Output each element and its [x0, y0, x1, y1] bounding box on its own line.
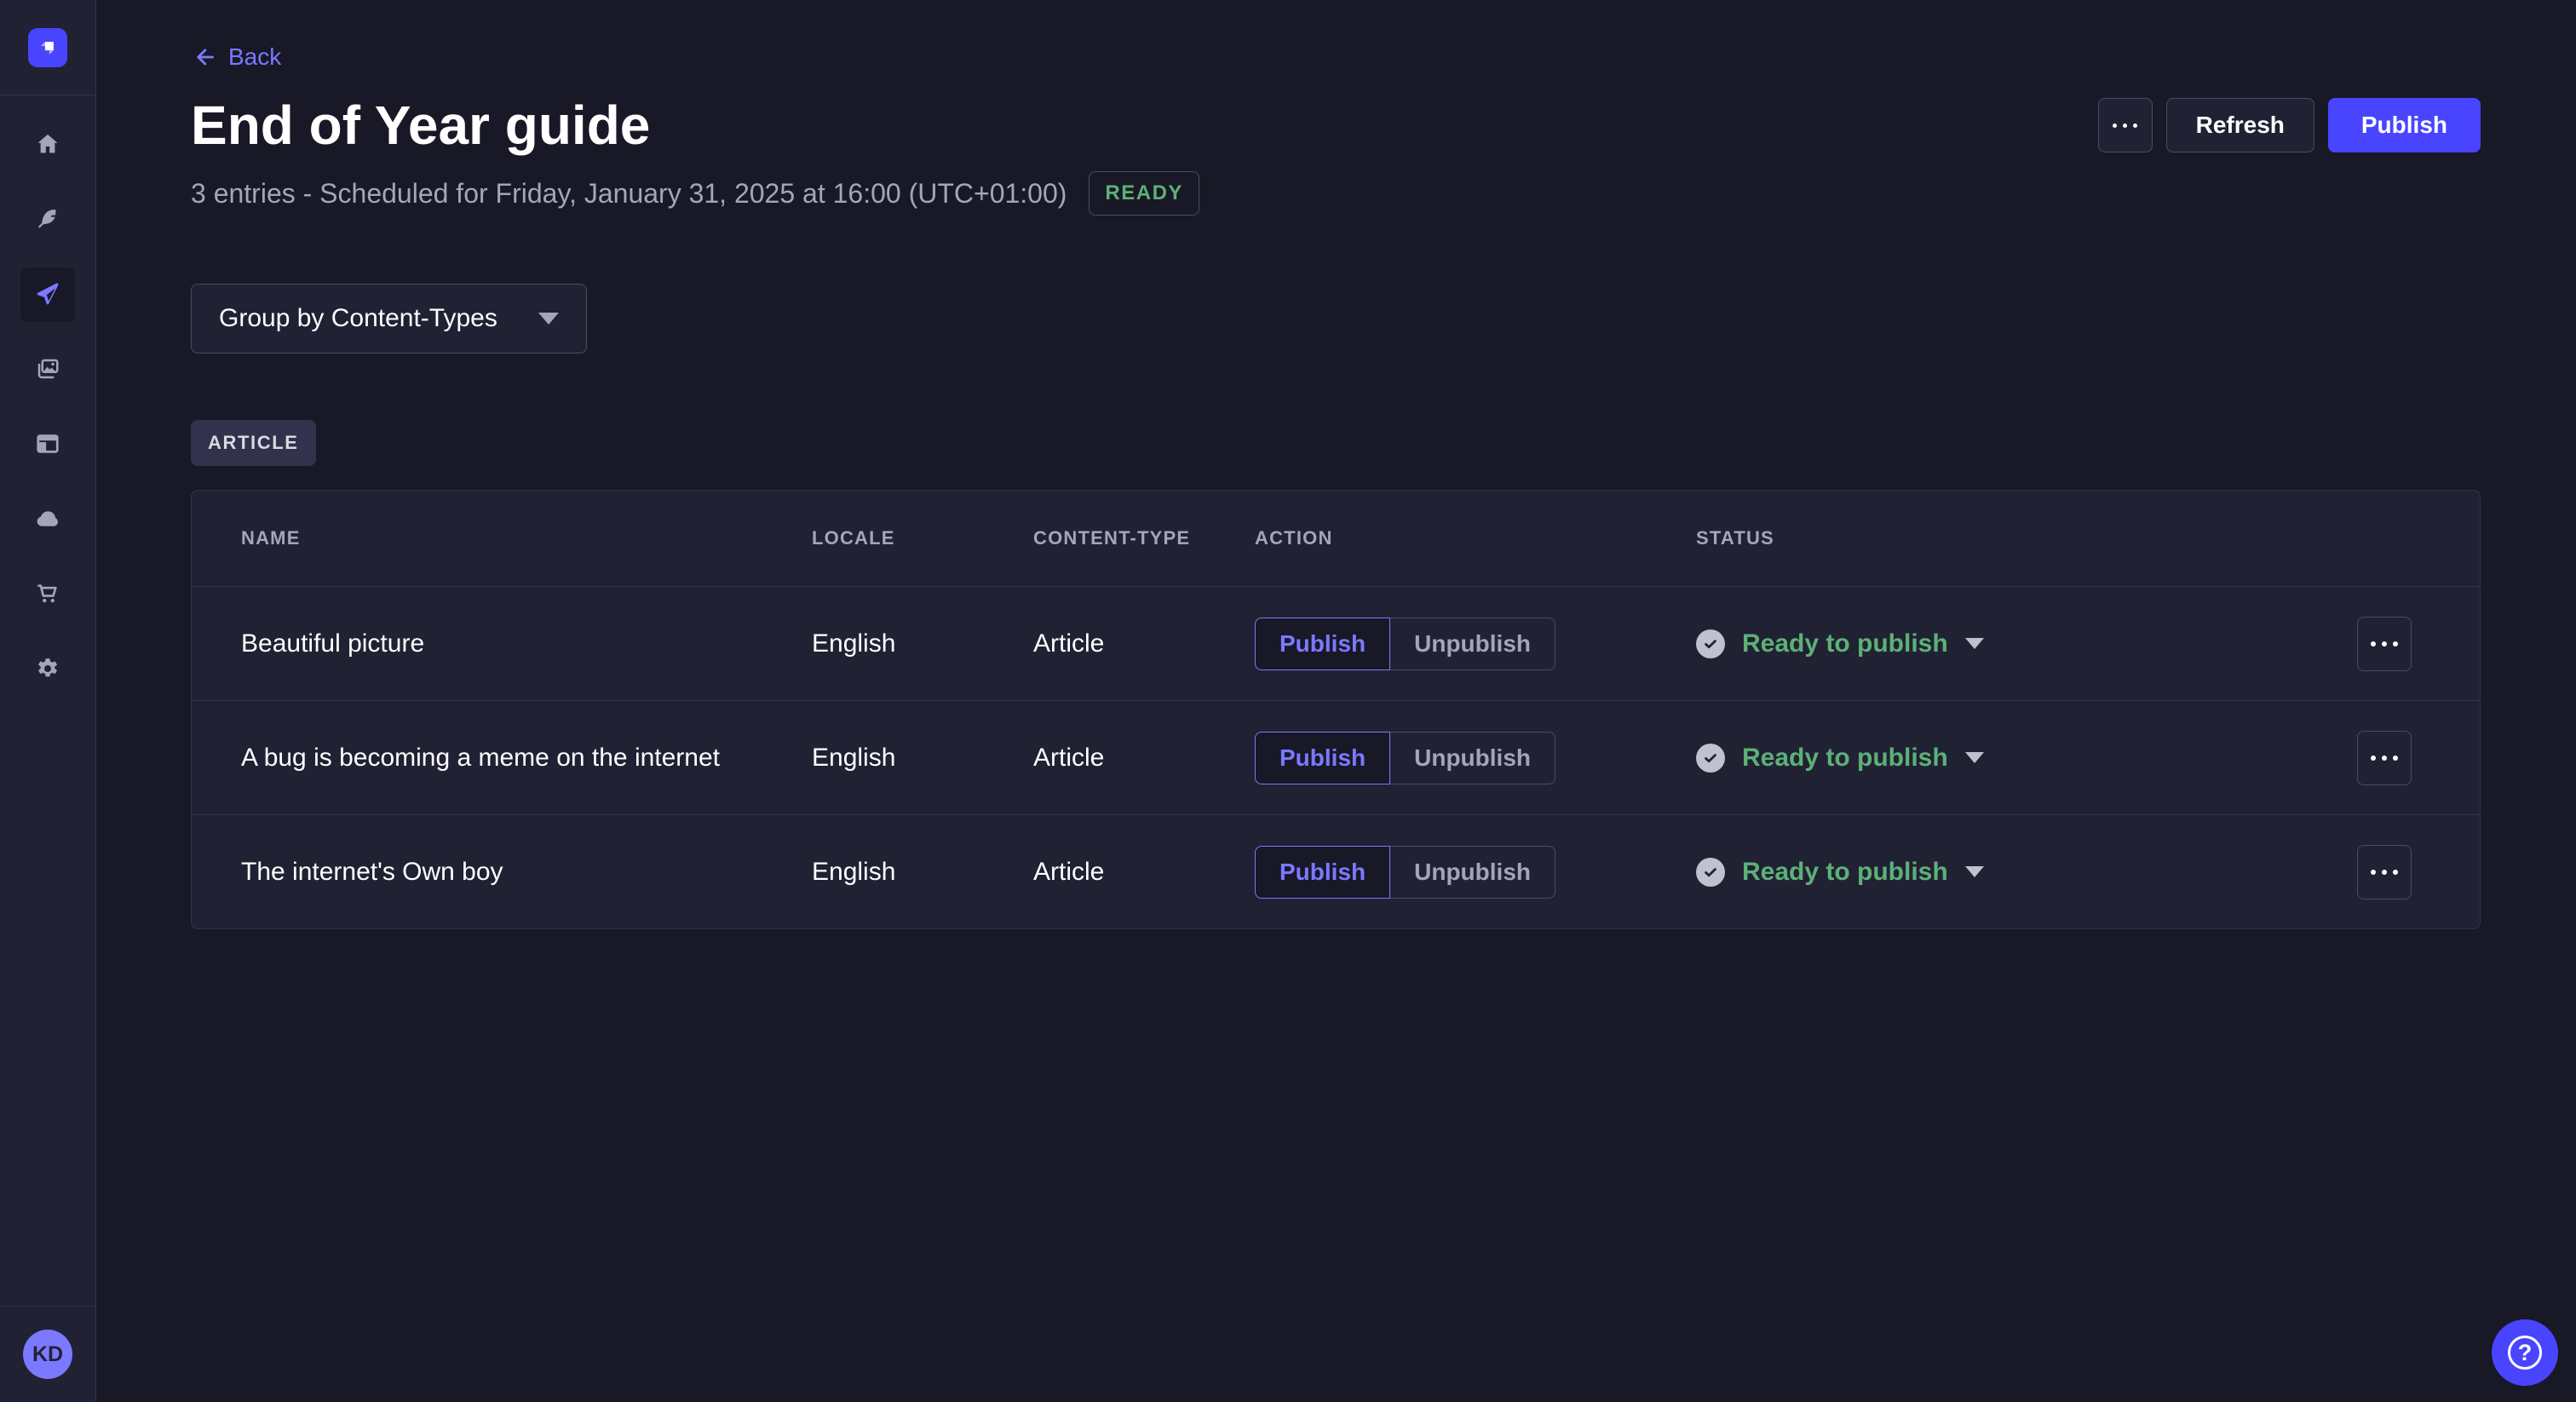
title-row: End of Year guide Refresh Publish [191, 93, 2481, 158]
content-type-group: ARTICLE NAME LOCALE CONTENT-TYPE ACTION … [191, 420, 2481, 929]
entry-name: The internet's Own boy [241, 858, 812, 887]
sidebar-item-home[interactable] [20, 118, 75, 172]
ellipsis-icon [2113, 124, 2117, 128]
entry-locale: English [812, 858, 1033, 887]
action-toggle: Publish Unpublish [1255, 846, 1696, 899]
table-header-row: NAME LOCALE CONTENT-TYPE ACTION STATUS [192, 491, 2480, 586]
check-icon [1696, 858, 1725, 887]
column-header-locale: LOCALE [812, 527, 1033, 549]
action-toggle: Publish Unpublish [1255, 618, 1696, 670]
row-more-button[interactable] [2357, 617, 2412, 671]
ready-status-badge: READY [1089, 171, 1199, 215]
status-label: Ready to publish [1742, 629, 1948, 658]
sidebar-item-releases[interactable] [20, 267, 75, 322]
home-icon [35, 131, 60, 159]
row-unpublish-button[interactable]: Unpublish [1390, 846, 1555, 899]
sidebar-nav [0, 95, 95, 697]
back-arrow-icon [191, 44, 216, 70]
cart-icon [35, 581, 60, 609]
images-icon [35, 356, 60, 384]
entry-content-type: Article [1033, 858, 1255, 887]
feather-icon [35, 206, 60, 234]
entry-content-type: Article [1033, 629, 1255, 658]
publish-button[interactable]: Publish [2328, 98, 2481, 152]
row-publish-button[interactable]: Publish [1255, 618, 1390, 670]
header-actions: Refresh Publish [2098, 98, 2481, 152]
entry-locale: English [812, 629, 1033, 658]
chevron-down-icon [1965, 866, 1984, 877]
row-unpublish-button[interactable]: Unpublish [1390, 732, 1555, 784]
entry-locale: English [812, 744, 1033, 773]
row-unpublish-button[interactable]: Unpublish [1390, 618, 1555, 670]
main-content: Back End of Year guide Refresh Publish 3… [96, 0, 2576, 1402]
action-toggle: Publish Unpublish [1255, 732, 1696, 784]
sidebar-item-cloud[interactable] [20, 492, 75, 547]
layout-icon [35, 431, 60, 459]
ellipsis-icon [2371, 641, 2376, 646]
sidebar-item-marketplace[interactable] [20, 567, 75, 622]
entry-name: Beautiful picture [241, 629, 812, 658]
sidebar-item-settings[interactable] [20, 642, 75, 697]
sidebar: KD [0, 0, 96, 1402]
refresh-button[interactable]: Refresh [2166, 98, 2314, 152]
group-by-label: Group by Content-Types [219, 304, 497, 333]
row-more-button[interactable] [2357, 845, 2412, 899]
column-header-action: ACTION [1255, 527, 1696, 549]
table-row: A bug is becoming a meme on the internet… [192, 700, 2480, 814]
content-type-badge: ARTICLE [191, 420, 316, 466]
sidebar-item-content-manager[interactable] [20, 192, 75, 247]
release-subtitle: 3 entries - Scheduled for Friday, Januar… [191, 178, 1067, 210]
column-header-status: STATUS [1696, 527, 2357, 549]
status-label: Ready to publish [1742, 858, 1948, 887]
entry-name: A bug is becoming a meme on the internet [241, 744, 812, 773]
column-header-content-type: CONTENT-TYPE [1033, 527, 1255, 549]
status-dropdown[interactable]: Ready to publish [1696, 858, 2357, 887]
status-dropdown[interactable]: Ready to publish [1696, 744, 2357, 773]
status-label: Ready to publish [1742, 744, 1948, 773]
page-title: End of Year guide [191, 93, 650, 158]
cloud-icon [35, 506, 60, 534]
table-row: The internet's Own boy English Article P… [192, 814, 2480, 928]
chevron-down-icon [538, 313, 559, 325]
sidebar-item-content-type-builder[interactable] [20, 417, 75, 472]
logo-container [0, 0, 95, 95]
sidebar-item-media-library[interactable] [20, 342, 75, 397]
group-by-select[interactable]: Group by Content-Types [191, 284, 587, 353]
strapi-logo-icon [35, 35, 60, 60]
check-icon [1696, 744, 1725, 773]
table-row: Beautiful picture English Article Publis… [192, 586, 2480, 700]
subtitle-row: 3 entries - Scheduled for Friday, Januar… [191, 171, 2481, 215]
avatar[interactable]: KD [23, 1330, 72, 1379]
row-more-button[interactable] [2357, 731, 2412, 785]
row-publish-button[interactable]: Publish [1255, 732, 1390, 784]
ellipsis-icon [2371, 756, 2376, 761]
entries-table: NAME LOCALE CONTENT-TYPE ACTION STATUS B… [191, 490, 2481, 929]
question-mark-icon: ? [2508, 1336, 2542, 1370]
gear-icon [35, 656, 60, 684]
strapi-logo [28, 28, 67, 67]
help-button[interactable]: ? [2492, 1319, 2558, 1386]
paper-plane-icon [35, 281, 60, 309]
row-publish-button[interactable]: Publish [1255, 846, 1390, 899]
check-icon [1696, 629, 1725, 658]
ellipsis-icon [2371, 870, 2376, 875]
column-header-name: NAME [241, 527, 812, 549]
chevron-down-icon [1965, 638, 1984, 649]
sidebar-footer: KD [0, 1306, 95, 1402]
status-dropdown[interactable]: Ready to publish [1696, 629, 2357, 658]
back-link[interactable]: Back [191, 43, 281, 72]
chevron-down-icon [1965, 752, 1984, 763]
release-more-button[interactable] [2098, 98, 2153, 152]
back-label: Back [228, 43, 281, 71]
entry-content-type: Article [1033, 744, 1255, 773]
